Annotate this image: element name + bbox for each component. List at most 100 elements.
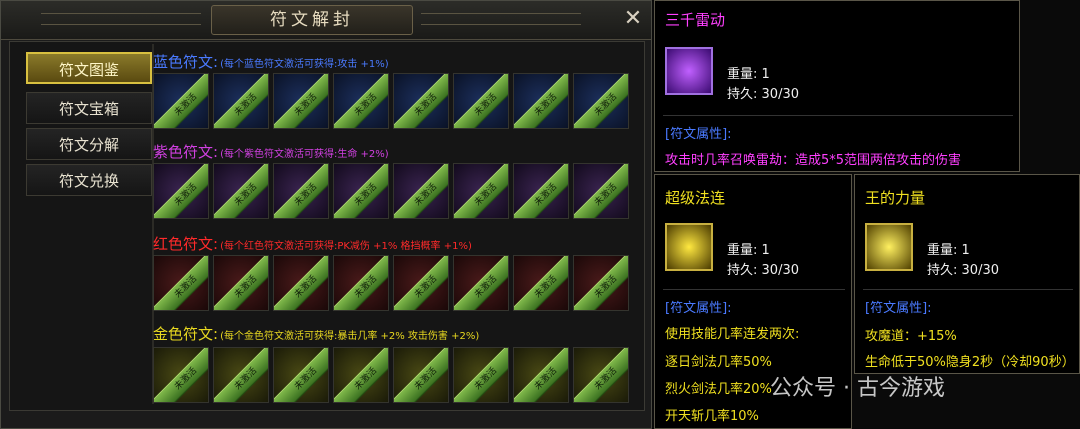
tooltip-separator <box>663 115 1013 116</box>
rune-slot[interactable]: 未激活 <box>453 255 509 311</box>
weight-value: 1 <box>961 243 970 258</box>
rune-slot[interactable]: 未激活 <box>333 163 389 219</box>
rune-slot[interactable]: 未激活 <box>273 163 329 219</box>
durability-label: 持久: <box>727 87 758 102</box>
rune-slot[interactable]: 未激活 <box>333 73 389 129</box>
inactive-ribbon: 未激活 <box>514 256 568 310</box>
sidebar: 符文图鉴 符文宝箱 符文分解 符文兑换 <box>18 46 152 406</box>
close-button[interactable]: ✕ <box>621 7 645 31</box>
rune-slot[interactable]: 未激活 <box>573 347 629 403</box>
title-ornament-right <box>421 13 581 25</box>
red-rune-heading: 红色符文: (每个红色符文激活可获得:PK减伤 +1% 格挡概率 +1%) <box>153 233 472 254</box>
inactive-ribbon: 未激活 <box>394 256 448 310</box>
rune-slot[interactable]: 未激活 <box>153 255 209 311</box>
sidebar-item-rune-exchange[interactable]: 符文兑换 <box>26 164 152 196</box>
rune-slot[interactable]: 未激活 <box>213 347 269 403</box>
rune-slot[interactable]: 未激活 <box>333 255 389 311</box>
rune-slot[interactable]: 未激活 <box>213 163 269 219</box>
red-rune-title: 红色符文: <box>153 235 219 253</box>
attr-line: 烈火剑法几率20% <box>665 382 772 397</box>
attr-line: 攻魔道：+15% <box>865 329 957 344</box>
attr-line: 生命低于50%隐身2秒（冷却90秒） <box>865 355 1075 370</box>
purple-rune-title: 紫色符文: <box>153 143 219 161</box>
inactive-ribbon: 未激活 <box>214 74 268 128</box>
inactive-ribbon: 未激活 <box>214 348 268 402</box>
inactive-ribbon: 未激活 <box>514 164 568 218</box>
rune-slot[interactable]: 未激活 <box>573 163 629 219</box>
weight-value: 1 <box>761 67 770 82</box>
inactive-ribbon: 未激活 <box>274 348 328 402</box>
gold-rune-title: 金色符文: <box>153 325 219 343</box>
kings-power-rune-icon <box>865 223 913 271</box>
rune-slot[interactable]: 未激活 <box>153 73 209 129</box>
inactive-ribbon: 未激活 <box>574 74 628 128</box>
rune-slot[interactable]: 未激活 <box>273 347 329 403</box>
purple-rune-heading: 紫色符文: (每个紫色符文激活可获得:生命 +2%) <box>153 141 389 162</box>
inactive-ribbon: 未激活 <box>214 164 268 218</box>
rune-slot[interactable]: 未激活 <box>573 73 629 129</box>
tooltip-rune-thunder: 三千雷动 重量: 1 持久: 30/30 [符文属性]: 攻击时几率召唤雷劫：造… <box>654 0 1020 172</box>
inactive-ribbon: 未激活 <box>574 164 628 218</box>
rune-slot[interactable]: 未激活 <box>513 347 569 403</box>
rune-slot[interactable]: 未激活 <box>393 73 449 129</box>
blue-rune-title: 蓝色符文: <box>153 53 219 71</box>
rune-slot[interactable]: 未激活 <box>273 73 329 129</box>
rune-slot[interactable]: 未激活 <box>513 73 569 129</box>
inactive-ribbon: 未激活 <box>334 164 388 218</box>
weight-value: 1 <box>761 243 770 258</box>
rune-slot[interactable]: 未激活 <box>513 163 569 219</box>
attr-header: [符文属性]: <box>865 301 932 316</box>
inactive-ribbon: 未激活 <box>154 348 208 402</box>
inactive-ribbon: 未激活 <box>454 256 508 310</box>
inactive-ribbon: 未激活 <box>334 74 388 128</box>
rune-slot[interactable]: 未激活 <box>213 73 269 129</box>
tooltip-durability: 持久: 30/30 <box>927 259 999 278</box>
purple-rune-row: 未激活 未激活 未激活 未激活 未激活 未激活 未激活 未激活 <box>153 163 637 225</box>
rune-slot[interactable]: 未激活 <box>153 163 209 219</box>
tooltip-title: 王的力量 <box>865 189 926 207</box>
red-rune-bonus: (每个红色符文激活可获得:PK减伤 +1% 格挡概率 +1%) <box>220 241 472 252</box>
window-title: 符文解封 <box>211 5 413 35</box>
tooltip-title: 三千雷动 <box>665 11 726 29</box>
durability-value: 30/30 <box>961 263 999 278</box>
rune-slot[interactable]: 未激活 <box>333 347 389 403</box>
inactive-ribbon: 未激活 <box>574 256 628 310</box>
blue-rune-heading: 蓝色符文: (每个蓝色符文激活可获得:攻击 +1%) <box>153 51 389 72</box>
red-rune-row: 未激活 未激活 未激活 未激活 未激活 未激活 未激活 未激活 <box>153 255 637 317</box>
inactive-ribbon: 未激活 <box>394 164 448 218</box>
tooltip-weight: 重量: 1 <box>727 63 770 82</box>
rune-slot[interactable]: 未激活 <box>513 255 569 311</box>
rune-slot[interactable]: 未激活 <box>273 255 329 311</box>
tooltip-title: 超级法连 <box>665 189 726 207</box>
sidebar-item-rune-chest[interactable]: 符文宝箱 <box>26 92 152 124</box>
gold-rune-bonus: (每个金色符文激活可获得:暴击几率 +2% 攻击伤害 +2%) <box>220 331 480 342</box>
tooltip-rune-kings-power: 王的力量 重量: 1 持久: 30/30 [符文属性]: 攻魔道：+15% 生命… <box>854 174 1080 374</box>
attr-header: [符文属性]: <box>665 301 732 316</box>
inactive-ribbon: 未激活 <box>154 164 208 218</box>
sidebar-item-rune-decompose[interactable]: 符文分解 <box>26 128 152 160</box>
purple-rune-bonus: (每个紫色符文激活可获得:生命 +2%) <box>220 149 389 160</box>
inactive-ribbon: 未激活 <box>514 348 568 402</box>
inactive-ribbon: 未激活 <box>454 74 508 128</box>
tooltip-weight: 重量: 1 <box>927 239 970 258</box>
rune-slot[interactable]: 未激活 <box>213 255 269 311</box>
tooltip-separator <box>663 289 845 290</box>
rune-slot[interactable]: 未激活 <box>453 163 509 219</box>
rune-slot[interactable]: 未激活 <box>453 73 509 129</box>
inactive-ribbon: 未激活 <box>394 348 448 402</box>
inactive-ribbon: 未激活 <box>454 348 508 402</box>
thunder-rune-icon <box>665 47 713 95</box>
weight-label: 重量: <box>727 67 758 82</box>
rune-slot[interactable]: 未激活 <box>393 347 449 403</box>
weight-label: 重量: <box>727 243 758 258</box>
inactive-ribbon: 未激活 <box>334 348 388 402</box>
inactive-ribbon: 未激活 <box>274 74 328 128</box>
tooltip-durability: 持久: 30/30 <box>727 259 799 278</box>
inactive-ribbon: 未激活 <box>514 74 568 128</box>
rune-slot[interactable]: 未激活 <box>573 255 629 311</box>
sidebar-item-rune-codex[interactable]: 符文图鉴 <box>26 52 152 84</box>
rune-slot[interactable]: 未激活 <box>453 347 509 403</box>
rune-slot[interactable]: 未激活 <box>393 163 449 219</box>
rune-slot[interactable]: 未激活 <box>153 347 209 403</box>
rune-slot[interactable]: 未激活 <box>393 255 449 311</box>
